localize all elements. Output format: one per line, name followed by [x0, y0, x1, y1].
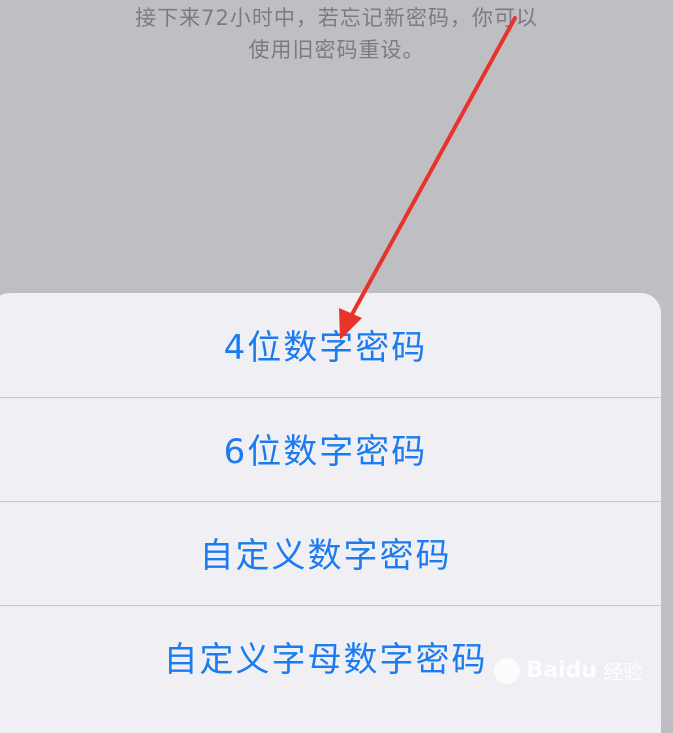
info-text-line-1: 接下来72小时中，若忘记新密码，你可以: [135, 6, 538, 30]
watermark-suffix: 经验: [603, 660, 643, 684]
option-4-digit-passcode[interactable]: 4位数字密码: [0, 293, 661, 396]
option-custom-numeric-passcode[interactable]: 自定义数字密码: [0, 501, 661, 604]
info-text-line-2: 使用旧密码重设。: [248, 38, 425, 62]
baidu-paw-logo-icon: [494, 657, 521, 684]
option-6-digit-passcode[interactable]: 6位数字密码: [0, 397, 661, 500]
baidu-jingyan-watermark: Baidu 经验: [494, 656, 643, 685]
watermark-brand: Baidu: [526, 658, 597, 683]
